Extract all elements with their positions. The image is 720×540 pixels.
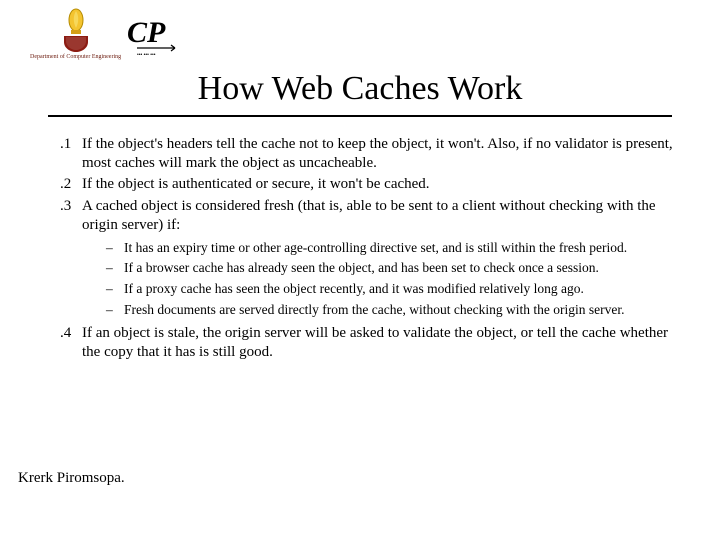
sublist: – It has an expiry time or other age-con…: [106, 239, 680, 318]
sub-item-text: Fresh documents are served directly from…: [124, 301, 680, 319]
item-text: If the object is authenticated or secure…: [82, 175, 680, 194]
item-number: .1: [60, 135, 82, 173]
title-underline: [48, 115, 672, 117]
header-logos: Department of Computer Engineering CP ••…: [30, 8, 185, 60]
dash-bullet: –: [106, 239, 124, 257]
sub-item-text: It has an expiry time or other age-contr…: [124, 239, 680, 257]
svg-text:••• ••• •••: ••• ••• •••: [137, 52, 156, 58]
sub-item: – If a browser cache has already seen th…: [106, 259, 680, 277]
item-number: .4: [60, 324, 82, 362]
sub-item: – If a proxy cache has seen the object r…: [106, 280, 680, 298]
dash-bullet: –: [106, 259, 124, 277]
svg-text:CP: CP: [127, 16, 166, 49]
author-name: Krerk Piromsopa.: [18, 470, 125, 487]
sub-item-text: If a proxy cache has seen the object rec…: [124, 280, 680, 298]
item-text: If an object is stale, the origin server…: [82, 324, 680, 362]
list-item: .3 A cached object is considered fresh (…: [60, 197, 680, 235]
list-item: .2 If the object is authenticated or sec…: [60, 175, 680, 194]
slide-body: .1 If the object's headers tell the cach…: [60, 135, 680, 365]
sub-item-text: If a browser cache has already seen the …: [124, 259, 680, 277]
dash-bullet: –: [106, 301, 124, 319]
dash-bullet: –: [106, 280, 124, 298]
dept-caption: Department of Computer Engineering: [30, 54, 121, 60]
item-number: .2: [60, 175, 82, 194]
slide-title: How Web Caches Work: [0, 70, 720, 108]
cp-logo-icon: CP ••• ••• •••: [127, 12, 185, 60]
sub-item: – Fresh documents are served directly fr…: [106, 301, 680, 319]
item-text: A cached object is considered fresh (tha…: [82, 197, 680, 235]
sub-item: – It has an expiry time or other age-con…: [106, 239, 680, 257]
item-text: If the object's headers tell the cache n…: [82, 135, 680, 173]
flame-shield-icon: [58, 8, 94, 52]
dept-logo: Department of Computer Engineering: [30, 8, 121, 60]
list-item: .1 If the object's headers tell the cach…: [60, 135, 680, 173]
item-number: .3: [60, 197, 82, 235]
list-item: .4 If an object is stale, the origin ser…: [60, 324, 680, 362]
